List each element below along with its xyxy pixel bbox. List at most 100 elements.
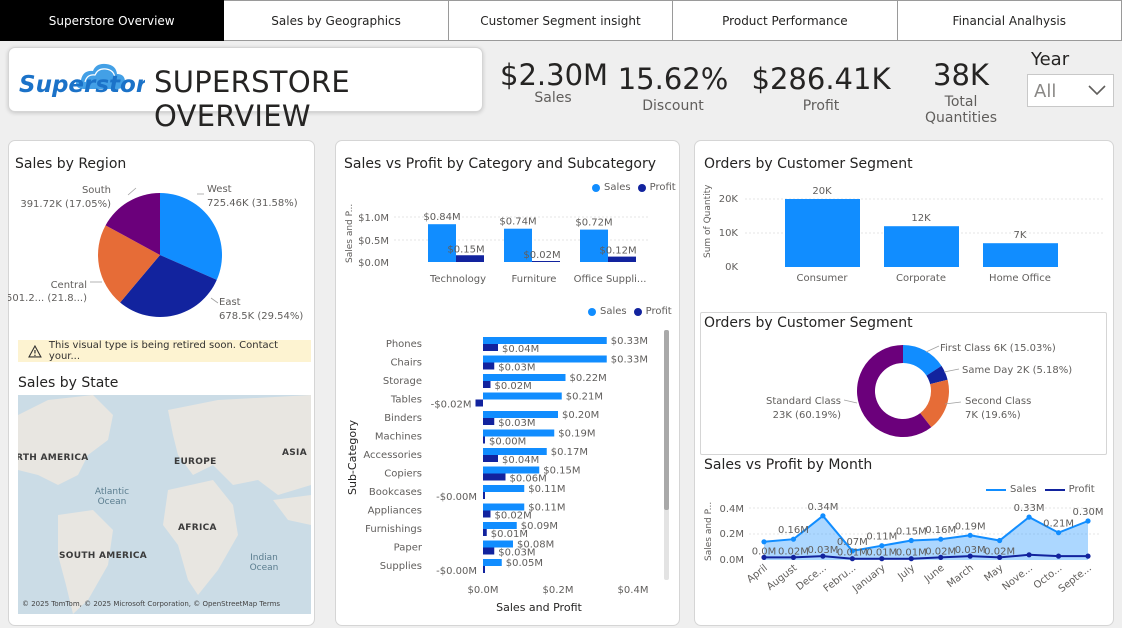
legend-profit-dot — [633, 307, 642, 316]
profit-data-label: $0.04M — [502, 344, 539, 355]
tab-superstore-overview[interactable]: Superstore Overview — [0, 0, 225, 41]
legend-sales: Sales — [1010, 484, 1037, 495]
sales-by-state-map[interactable]: RTH AMERICA EUROPE ASIA Atlantic Ocean A… — [18, 395, 311, 614]
subcategory-profit-bar[interactable] — [483, 547, 495, 555]
subcategory-sales-bar[interactable] — [483, 540, 513, 548]
month-tick-label: April — [745, 563, 770, 586]
subcategory-sales-bar[interactable] — [483, 374, 566, 381]
sales-point[interactable] — [820, 513, 826, 519]
subcategory-profit-bar[interactable] — [483, 362, 495, 370]
sales-data-label: $0.15M — [543, 466, 580, 477]
subcategory-profit-bar[interactable] — [483, 492, 485, 499]
subcategory-bar-chart[interactable]: Sub-Category Sales and Profit $0.0M $0.2… — [336, 325, 676, 617]
y-tick: 20K — [719, 194, 739, 205]
legend-profit-line — [1044, 488, 1065, 491]
subcategory-profit-bar[interactable] — [483, 436, 485, 444]
subcategory-tick-label: Storage — [383, 376, 422, 387]
year-dropdown[interactable]: All — [1027, 74, 1114, 107]
segment-bar[interactable] — [983, 243, 1058, 267]
subcategory-profit-bar[interactable] — [483, 381, 491, 388]
month-legend[interactable]: Sales Profit — [986, 484, 1095, 495]
sales-data-label: $0.33M — [611, 355, 648, 366]
profit-point[interactable] — [1026, 552, 1032, 558]
profit-point[interactable] — [1055, 553, 1062, 559]
category-profit-bar[interactable] — [456, 255, 484, 262]
sales-point[interactable] — [1085, 518, 1091, 524]
subcategory-profit-bar[interactable] — [483, 473, 506, 481]
subcategory-sales-bar[interactable] — [483, 466, 540, 474]
subcategory-sales-bar[interactable] — [483, 429, 555, 437]
subcategory-sales-bar[interactable] — [483, 559, 502, 566]
kpi-profit: $286.41K Profit — [746, 62, 896, 114]
subcategory-tick-label: Paper — [394, 543, 423, 554]
subcategory-profit-bar[interactable] — [483, 455, 498, 462]
profit-data-label: -$0.02M — [431, 400, 472, 411]
profit-data-label: 0.02M — [984, 546, 1015, 557]
state-map-title: Sales by State — [18, 375, 119, 391]
subcategory-profit-bar[interactable] — [475, 399, 484, 407]
east-label: East — [219, 297, 241, 308]
sales-point[interactable] — [1055, 530, 1062, 536]
y-tick: 0.4M — [719, 504, 744, 515]
segment-bar[interactable] — [785, 199, 860, 267]
sales-data-label: $0.21M — [566, 392, 603, 403]
subcategory-profit-bar[interactable] — [483, 510, 491, 518]
profit-point[interactable] — [1085, 553, 1091, 559]
category-legend[interactable]: Sales Profit — [592, 182, 676, 193]
subcategory-profit-bar[interactable] — [483, 529, 487, 536]
tab-product-performance[interactable]: Product Performance — [673, 0, 898, 41]
sales-point[interactable] — [1026, 514, 1032, 520]
sales-data-label: 0.07M — [837, 537, 868, 548]
subcategory-sales-bar[interactable] — [483, 503, 525, 511]
profit-data-label: $0.02M — [495, 381, 532, 392]
tab-sales-by-geographics[interactable]: Sales by Geographics — [224, 0, 449, 41]
sales-point[interactable] — [997, 537, 1003, 544]
tab-customer-segment-insight[interactable]: Customer Segment insight — [448, 0, 674, 41]
subcategory-sales-bar[interactable] — [483, 355, 607, 363]
retirement-warning[interactable]: This visual type is being retired soon. … — [18, 340, 311, 362]
profit-data-label: $0.02M — [523, 250, 560, 261]
subcategory-sales-bar[interactable] — [483, 522, 517, 529]
category-sales-bar[interactable] — [428, 224, 456, 262]
subcategory-sales-bar[interactable] — [483, 485, 525, 492]
profit-data-label: $0.02M — [495, 511, 532, 522]
sales-data-label: $0.11M — [528, 484, 565, 495]
profit-data-label: $0.03M — [498, 363, 535, 374]
subcategory-profit-bar[interactable] — [483, 418, 495, 425]
sales-point[interactable] — [761, 539, 767, 545]
subcategory-tick-label: Furnishings — [365, 524, 422, 535]
sales-point[interactable] — [790, 536, 797, 542]
subcategory-sales-bar[interactable] — [483, 337, 607, 344]
y-tick: 0K — [725, 262, 738, 273]
subcategory-profit-bar[interactable] — [483, 566, 485, 573]
sales-point[interactable] — [938, 536, 944, 542]
profit-data-label: 0.01M — [866, 548, 897, 559]
subcategory-sales-bar[interactable] — [483, 392, 562, 400]
category-bar-chart[interactable]: Sales and P... $1.0M $0.5M $0.0M $0.84M $… — [336, 195, 676, 295]
subcategory-sales-bar[interactable] — [483, 411, 558, 418]
category-profit-bar[interactable] — [532, 261, 560, 262]
subcategory-profit-bar[interactable] — [483, 344, 498, 351]
segment-tick-label: Consumer — [797, 273, 849, 284]
month-line-chart[interactable]: Sales and P... 0.4M 0.2M 0.0M 0.0MApril0… — [696, 497, 1110, 607]
legend-profit: Profit — [649, 182, 676, 193]
sales-data-label: 0.11M — [866, 532, 897, 543]
kpi-label: Profit — [802, 98, 840, 114]
profit-data-label: 0.03M — [807, 545, 838, 556]
region-pie-chart[interactable]: West 725.46K (31.58%) South 391.72K (17.… — [8, 175, 315, 335]
segment-bar-chart[interactable]: Sum of Quantity 20K 10K 0K 20K Consumer 12… — [695, 178, 1110, 288]
subcategory-legend[interactable]: Sales Profit — [588, 306, 672, 317]
category-profit-bar[interactable] — [608, 256, 636, 262]
map-attribution[interactable]: © 2025 TomTom, © 2025 Microsoft Corporat… — [22, 600, 280, 608]
tab-financial-analysis[interactable]: Financial Analhysis — [897, 0, 1122, 41]
sales-data-label: $0.19M — [558, 429, 595, 440]
same-day-label: Same Day 2K (5.18%) — [962, 365, 1072, 376]
subcategory-sales-bar[interactable] — [483, 448, 547, 455]
sales-data-label: 0.16M — [925, 525, 956, 536]
sales-point[interactable] — [967, 532, 973, 538]
legend-sales-dot — [592, 183, 600, 192]
sales-point[interactable] — [908, 537, 914, 544]
segment-donut-chart[interactable]: First Class 6K (15.03%) Same Day 2K (5.1… — [701, 332, 1106, 452]
sales-data-label: 0.34M — [807, 502, 838, 513]
segment-bar[interactable] — [884, 226, 959, 267]
